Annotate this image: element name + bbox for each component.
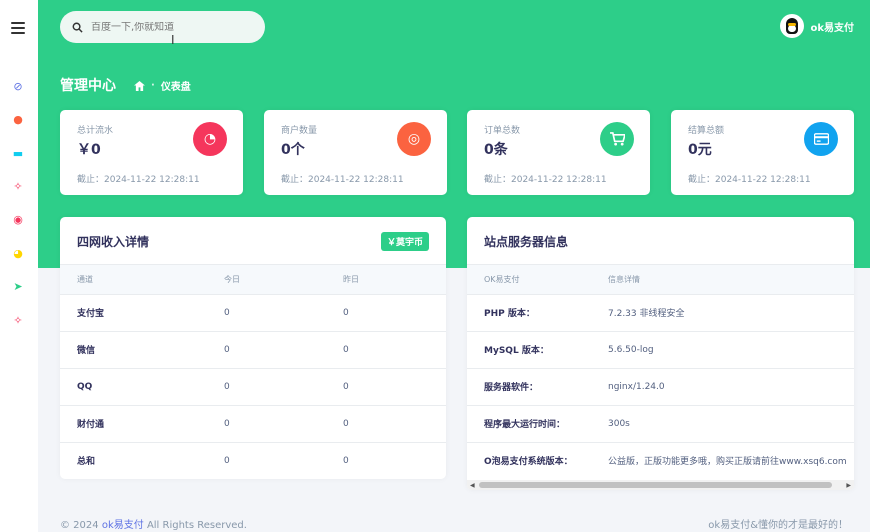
channel-name: 微信 [60, 331, 207, 369]
pie-icon[interactable]: ◕ [11, 246, 25, 260]
user-icon[interactable]: ● [11, 112, 25, 126]
stat-card-total-flow: 总计流水 ￥0 截止：2024-11-22 12:28:11 ◔ [60, 110, 243, 195]
table-row: 程序最大运行时间： 300s [467, 405, 854, 443]
stat-label: 商户数量 [281, 126, 318, 136]
column-header: 昨日 [326, 265, 446, 295]
user-menu[interactable]: ok易支付 [780, 14, 854, 38]
stat-card-settlement: 结算总额 0元 截止：2024-11-22 12:28:11 [671, 110, 854, 195]
table-row: O泡易支付系统版本： 公益版，正版功能更多哦，购买正版请前往www.xsq6.c… [467, 442, 854, 479]
info-name: MySQL 版本： [467, 331, 591, 369]
text-cursor-icon: I [171, 33, 175, 47]
stat-card-orders: 订单总数 0条 截止：2024-11-22 12:28:11 [467, 110, 650, 195]
income-card: 四网收入详情 ￥莫宇币 通道 今日 昨日 支付宝 0 0 微信 0 0 QQ 0… [60, 217, 446, 479]
yesterday-value: 0 [326, 368, 446, 406]
sidebar: ⊘ ● ▬ ✧ ◉ ◕ ➤ ✧ [0, 0, 38, 532]
footer-copyright: © 2024 ok易支付 All Rights Reserved. [60, 520, 247, 531]
card-icon[interactable]: ▬ [11, 146, 25, 160]
table-row: MySQL 版本： 5.6.50-log [467, 331, 854, 369]
yesterday-value: 0 [326, 405, 446, 443]
info-value: 7.2.33 非线程安全 [591, 294, 854, 332]
stat-label: 总计流水 [77, 126, 114, 136]
column-header: 今日 [207, 265, 326, 295]
yesterday-value: 0 [326, 331, 446, 369]
today-value: 0 [207, 294, 326, 332]
currency-button[interactable]: ￥莫宇币 [380, 232, 429, 251]
channel-name: 总和 [77, 457, 96, 468]
table-row: QQ 0 0 [60, 368, 446, 406]
search-icon [72, 22, 83, 33]
today-value: 0 [224, 455, 230, 466]
info-value: 5.6.50-log [591, 331, 854, 369]
scrollbar-thumb[interactable] [479, 482, 832, 488]
yesterday-value: 0 [343, 455, 349, 466]
table-row: PHP 版本： 7.2.33 非线程安全 [467, 294, 854, 332]
table-row: 微信 0 0 [60, 331, 446, 369]
info-value: 公益版，正版功能更多哦，购买正版请前往www.xsq6.com [608, 457, 847, 468]
stat-timestamp: 截止：2024-11-22 12:28:11 [688, 175, 811, 185]
footer-brand-link[interactable]: ok易支付 [102, 520, 144, 531]
rocket-icon[interactable]: ✧ [11, 313, 25, 327]
column-header: OK易支付 [467, 265, 591, 295]
stat-card-merchants: 商户数量 0个 截止：2024-11-22 12:28:11 ◎ [264, 110, 447, 195]
menu-toggle-icon[interactable] [11, 22, 25, 37]
page-title: 管理中心 [60, 78, 116, 94]
avatar [780, 14, 805, 38]
scroll-left-icon[interactable]: ◀ [470, 482, 475, 489]
info-name: 程序最大运行时间： [467, 405, 591, 443]
card-title: 四网收入详情 [77, 235, 150, 249]
credit-card-icon [804, 122, 838, 156]
cart-icon [600, 122, 634, 156]
yesterday-value: 0 [326, 294, 446, 332]
channel-name: 财付通 [60, 405, 207, 443]
horizontal-scrollbar[interactable]: ◀ ▶ [467, 480, 854, 490]
footer-slogan: ok易支付&懂你的才是最好的！ [708, 520, 848, 531]
table-row: 服务器软件： nginx/1.24.0 [467, 368, 854, 406]
income-table: 通道 今日 昨日 支付宝 0 0 微信 0 0 QQ 0 0 财付通 0 0 总… [60, 265, 446, 479]
info-value: 300s [591, 405, 854, 443]
today-value: 0 [207, 405, 326, 443]
info-name: 服务器软件： [467, 368, 591, 406]
stat-label: 结算总额 [688, 126, 725, 136]
stat-value: 0元 [688, 142, 712, 158]
table-row: 财付通 0 0 [60, 405, 446, 443]
search-input[interactable] [91, 21, 251, 33]
channel-name: QQ [60, 368, 207, 406]
stat-timestamp: 截止：2024-11-22 12:28:11 [484, 175, 607, 185]
info-name: PHP 版本： [467, 294, 591, 332]
rocket-icon[interactable]: ✧ [11, 179, 25, 193]
breadcrumb: · 仪表盘 [134, 78, 191, 93]
info-name: O泡易支付系统版本： [484, 457, 573, 468]
table-row: 总和 0 0 [60, 442, 446, 479]
column-header: 信息详情 [591, 265, 854, 295]
server-info-card: 站点服务器信息 OK易支付 信息详情 PHP 版本： 7.2.33 非线程安全 … [467, 217, 854, 490]
table-row: 支付宝 0 0 [60, 294, 446, 332]
stat-timestamp: 截止：2024-11-22 12:28:11 [77, 175, 200, 185]
scroll-right-icon[interactable]: ▶ [846, 482, 851, 489]
user-name: ok易支付 [810, 22, 854, 34]
breadcrumb-current[interactable]: 仪表盘 [161, 78, 191, 93]
stat-label: 订单总数 [484, 126, 521, 136]
search-bar[interactable] [60, 11, 265, 43]
today-value: 0 [207, 331, 326, 369]
info-value: nginx/1.24.0 [591, 368, 854, 406]
stat-value: 0条 [484, 142, 508, 158]
stat-timestamp: 截止：2024-11-22 12:28:11 [281, 175, 404, 185]
server-table: OK易支付 信息详情 PHP 版本： 7.2.33 非线程安全 MySQL 版本… [467, 265, 854, 479]
compass-icon[interactable]: ⊘ [11, 79, 25, 93]
planet-icon[interactable]: ◉ [11, 212, 25, 226]
send-icon[interactable]: ➤ [11, 279, 25, 293]
home-icon[interactable] [134, 80, 145, 91]
pie-chart-icon: ◔ [193, 122, 227, 156]
stat-value: ￥0 [77, 142, 101, 158]
today-value: 0 [207, 368, 326, 406]
user-circle-icon: ◎ [397, 122, 431, 156]
column-header: 通道 [60, 265, 207, 295]
channel-name: 支付宝 [60, 294, 207, 332]
card-title: 站点服务器信息 [484, 235, 569, 249]
stat-value: 0个 [281, 142, 305, 158]
